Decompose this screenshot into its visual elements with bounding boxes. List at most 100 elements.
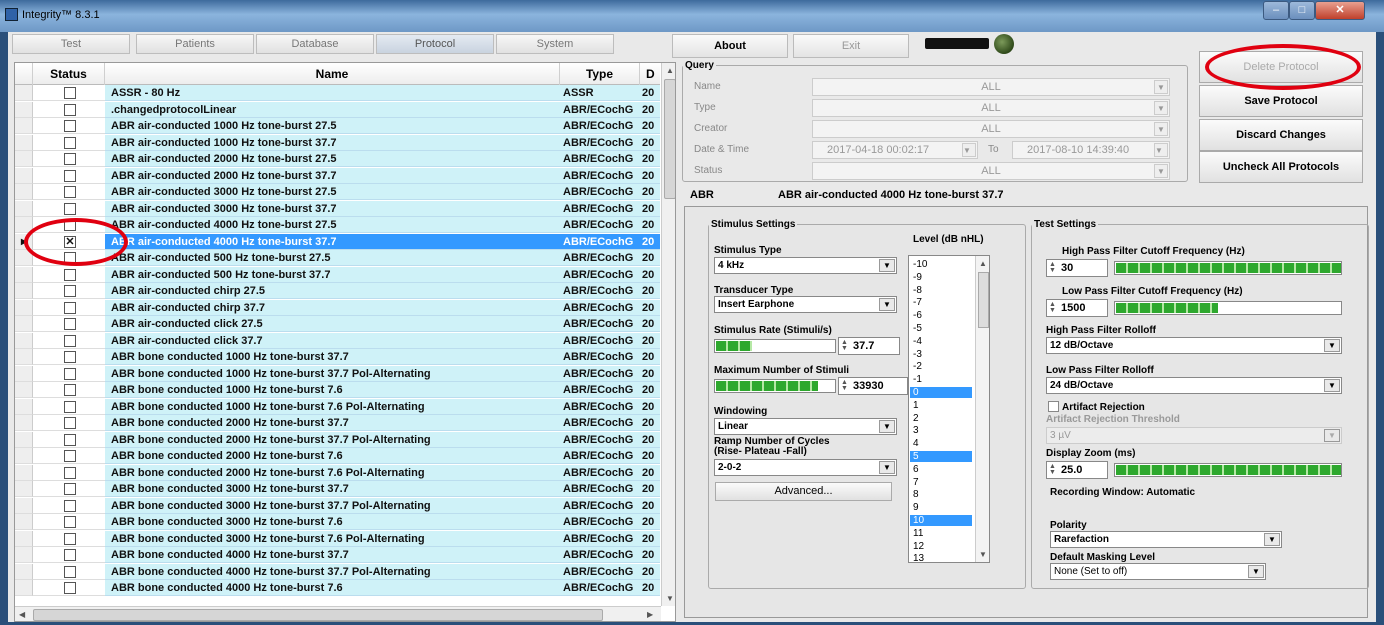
name-cell[interactable]: ABR air-conducted 3000 Hz tone-burst 27.… bbox=[105, 184, 560, 200]
status-checkbox[interactable] bbox=[64, 516, 76, 528]
name-cell[interactable]: ABR bone conducted 1000 Hz tone-burst 7.… bbox=[105, 382, 560, 398]
name-cell[interactable]: ABR bone conducted 4000 Hz tone-burst 37… bbox=[105, 563, 560, 580]
column-header-status[interactable]: Status bbox=[33, 63, 105, 85]
status-checkbox[interactable] bbox=[64, 466, 76, 479]
level-item[interactable]: 4 bbox=[910, 438, 972, 449]
row-indicator[interactable] bbox=[15, 497, 33, 514]
table-row[interactable]: ABR air-conducted chirp 27.5 ABR/ECochG 20 bbox=[15, 283, 660, 299]
level-item[interactable]: -7 bbox=[910, 297, 972, 308]
type-cell[interactable]: ABR/ECochG 20 bbox=[560, 332, 660, 349]
status-checkbox[interactable] bbox=[64, 268, 76, 281]
name-cell[interactable]: ABR bone conducted 2000 Hz tone-burst 37… bbox=[105, 431, 560, 448]
hpf-cutoff-slider[interactable] bbox=[1114, 261, 1342, 275]
status-checkbox[interactable] bbox=[64, 318, 76, 330]
level-item[interactable]: 2 bbox=[910, 413, 972, 424]
chevron-down-icon[interactable]: ▼ bbox=[1154, 80, 1168, 94]
name-cell[interactable]: ABR air-conducted 3000 Hz tone-burst 37.… bbox=[105, 200, 560, 217]
chevron-down-icon[interactable]: ▼ bbox=[879, 259, 895, 272]
type-cell[interactable]: ABR/ECochG 20 bbox=[560, 250, 660, 266]
status-checkbox[interactable] bbox=[64, 103, 76, 116]
minimize-button[interactable]: – bbox=[1263, 1, 1289, 20]
row-indicator[interactable] bbox=[15, 481, 33, 497]
level-item[interactable]: 5 bbox=[910, 451, 972, 462]
table-row[interactable]: ABR air-conducted click 37.7 ABR/ECochG 20 bbox=[15, 332, 660, 349]
tab-system[interactable]: System bbox=[496, 34, 614, 54]
level-item[interactable]: 9 bbox=[910, 502, 972, 513]
type-cell[interactable]: ABR/ECochG 20 bbox=[560, 464, 660, 481]
chevron-down-icon[interactable]: ▼ bbox=[879, 298, 895, 311]
chevron-down-icon[interactable]: ▼ bbox=[1248, 565, 1264, 578]
row-indicator[interactable] bbox=[15, 101, 33, 118]
level-item[interactable]: 7 bbox=[910, 477, 972, 488]
spin-arrows-icon[interactable]: ▲ ▼ bbox=[1049, 463, 1058, 476]
tab-test[interactable]: Test bbox=[12, 34, 130, 54]
column-header-type[interactable]: Type bbox=[560, 63, 640, 85]
type-cell[interactable]: ABR/ECochG 20 bbox=[560, 530, 660, 547]
table-row[interactable]: ABR bone conducted 4000 Hz tone-burst 37… bbox=[15, 547, 660, 563]
table-row[interactable]: ABR bone conducted 4000 Hz tone-burst 7.… bbox=[15, 580, 660, 596]
status-checkbox[interactable] bbox=[64, 153, 76, 165]
table-row[interactable]: .changedprotocolLinear ABR/ECochG 20 bbox=[15, 101, 660, 118]
table-row[interactable]: ABR air-conducted 1000 Hz tone-burst 27.… bbox=[15, 118, 660, 134]
type-cell[interactable]: ABR/ECochG 20 bbox=[560, 200, 660, 217]
row-indicator[interactable] bbox=[15, 580, 33, 596]
column-header-date[interactable]: D bbox=[640, 63, 660, 85]
type-cell[interactable]: ABR/ECochG 20 bbox=[560, 514, 660, 530]
title-bar[interactable]: Integrity™ 8.3.1 – □ ✕ bbox=[0, 0, 1384, 32]
chevron-down-icon[interactable]: ▼ bbox=[879, 461, 895, 474]
name-cell[interactable]: ABR bone conducted 1000 Hz tone-burst 37… bbox=[105, 365, 560, 382]
level-item[interactable]: 8 bbox=[910, 489, 972, 500]
chevron-down-icon[interactable]: ▼ bbox=[1264, 533, 1280, 546]
row-indicator[interactable] bbox=[15, 431, 33, 448]
column-header-name[interactable]: Name bbox=[105, 63, 560, 85]
scroll-down-icon[interactable]: ▼ bbox=[979, 550, 987, 559]
level-item[interactable]: -3 bbox=[910, 349, 972, 360]
row-indicator[interactable] bbox=[15, 398, 33, 415]
max-stimuli-stepper[interactable]: ▲ ▼ 33930 bbox=[838, 377, 908, 395]
chevron-down-icon[interactable]: ▼ bbox=[1154, 143, 1168, 157]
level-item[interactable]: -1 bbox=[910, 374, 972, 385]
level-item[interactable]: 6 bbox=[910, 464, 972, 475]
status-checkbox[interactable] bbox=[64, 367, 76, 380]
chevron-down-icon[interactable]: ▼ bbox=[1324, 429, 1340, 442]
chevron-down-icon[interactable]: ▼ bbox=[1324, 379, 1340, 392]
name-cell[interactable]: ABR air-conducted 2000 Hz tone-burst 27.… bbox=[105, 151, 560, 167]
type-cell[interactable]: ABR/ECochG 20 bbox=[560, 299, 660, 316]
name-cell[interactable]: ABR bone conducted 3000 Hz tone-burst 7.… bbox=[105, 530, 560, 547]
spin-arrows-icon[interactable]: ▲ ▼ bbox=[1049, 301, 1058, 314]
level-scroll-thumb[interactable] bbox=[978, 272, 989, 328]
maximize-button[interactable]: □ bbox=[1289, 1, 1315, 20]
type-cell[interactable]: ABR/ECochG 20 bbox=[560, 481, 660, 497]
level-item[interactable]: 12 bbox=[910, 541, 972, 552]
table-row[interactable]: ABR bone conducted 1000 Hz tone-burst 37… bbox=[15, 349, 660, 365]
type-cell[interactable]: ABR/ECochG 20 bbox=[560, 134, 660, 151]
level-item[interactable]: 0 bbox=[910, 387, 972, 398]
level-item[interactable]: -2 bbox=[910, 361, 972, 372]
status-checkbox[interactable] bbox=[64, 499, 76, 512]
name-cell[interactable]: ASSR - 80 Hz bbox=[105, 85, 560, 101]
table-row[interactable]: ABR bone conducted 3000 Hz tone-burst 7.… bbox=[15, 514, 660, 530]
status-checkbox[interactable] bbox=[64, 186, 76, 198]
type-cell[interactable]: ABR/ECochG 20 bbox=[560, 349, 660, 365]
name-cell[interactable]: ABR air-conducted click 37.7 bbox=[105, 332, 560, 349]
table-row[interactable]: ABR bone conducted 2000 Hz tone-burst 37… bbox=[15, 415, 660, 431]
status-checkbox[interactable] bbox=[64, 169, 76, 182]
level-item[interactable]: 11 bbox=[910, 528, 972, 539]
type-cell[interactable]: ABR/ECochG 20 bbox=[560, 101, 660, 118]
type-cell[interactable]: ABR/ECochG 20 bbox=[560, 118, 660, 134]
spin-arrows-icon[interactable]: ▲ ▼ bbox=[1049, 261, 1058, 274]
level-item[interactable]: -5 bbox=[910, 323, 972, 334]
about-button[interactable]: About bbox=[672, 34, 788, 58]
stimulus-rate-slider[interactable] bbox=[714, 339, 836, 353]
type-cell[interactable]: ABR/ECochG 20 bbox=[560, 547, 660, 563]
table-row[interactable]: ABR bone conducted 2000 Hz tone-burst 7.… bbox=[15, 464, 660, 481]
scroll-up-icon[interactable]: ▲ bbox=[979, 259, 987, 268]
type-cell[interactable]: ABR/ECochG 20 bbox=[560, 266, 660, 283]
masking-level-select[interactable]: None (Set to off) ▼ bbox=[1050, 563, 1266, 580]
level-item[interactable]: 10 bbox=[910, 515, 972, 526]
row-indicator[interactable] bbox=[15, 349, 33, 365]
table-row[interactable]: ABR bone conducted 2000 Hz tone-burst 37… bbox=[15, 431, 660, 448]
query-date-to[interactable]: 2017-08-10 14:39:40 ▼ bbox=[1012, 141, 1170, 159]
status-checkbox[interactable] bbox=[64, 384, 76, 396]
status-checkbox[interactable] bbox=[64, 301, 76, 314]
